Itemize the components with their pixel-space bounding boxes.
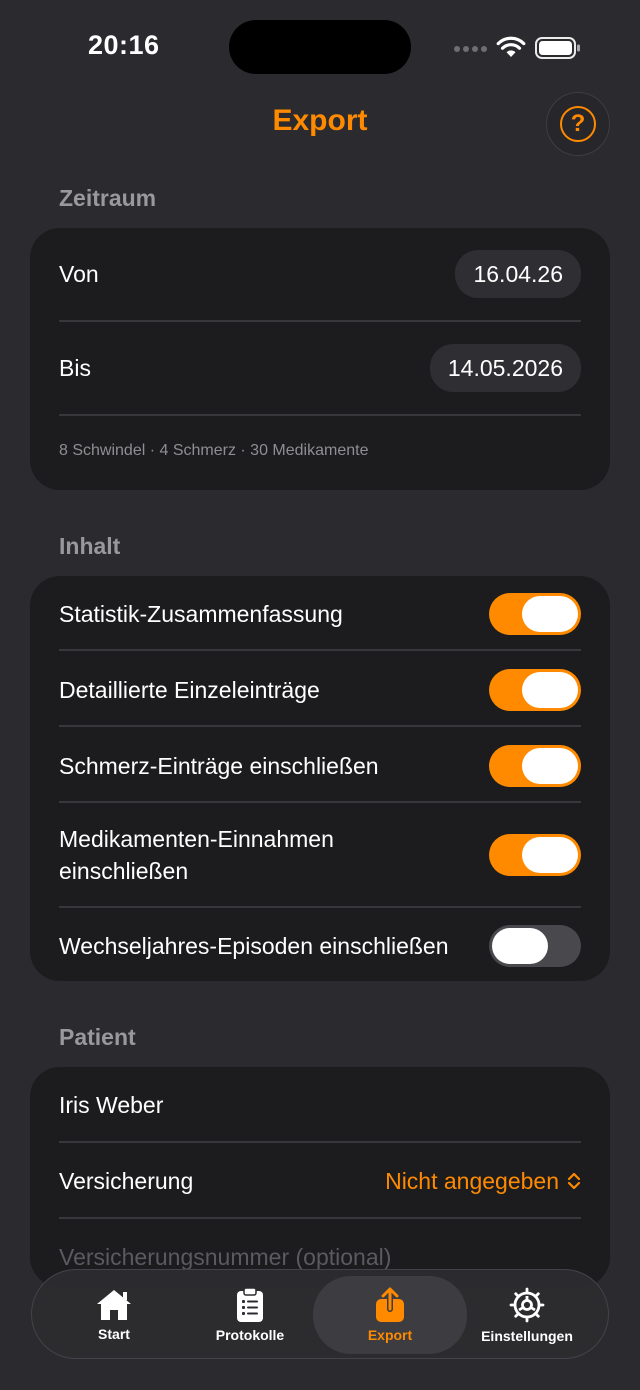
insurance-picker[interactable]: Nicht angegeben <box>385 1168 581 1195</box>
cellular-signal-icon <box>454 46 487 52</box>
tab-einstellungen[interactable]: Einstellungen <box>460 1276 594 1354</box>
divider <box>59 1217 581 1219</box>
entry-summary: 8 Schwindel · 4 Schmerz · 30 Medikamente <box>59 442 369 459</box>
section-title-zeitraum: Zeitraum <box>59 185 157 211</box>
menopause-toggle[interactable] <box>489 925 581 967</box>
insurance-number-input[interactable]: Versicherungsnummer (optional) <box>59 1244 391 1271</box>
tab-bar: Start Protokolle Export Einstellungen <box>31 1269 609 1359</box>
chevron-up-down-icon <box>567 1172 581 1190</box>
option-label: Detaillierte Einzeleinträge <box>59 676 320 703</box>
page-title: Export <box>272 104 368 137</box>
share-icon <box>376 1287 404 1322</box>
divider <box>59 1141 581 1143</box>
tab-export[interactable]: Export <box>313 1276 467 1354</box>
from-row: Von 16.04.26 <box>59 250 581 298</box>
option-row-statistics: Statistik-Zusammenfassung <box>59 592 581 636</box>
help-button[interactable]: ? <box>546 92 610 156</box>
to-label: Bis <box>59 354 91 381</box>
gear-icon <box>509 1287 545 1323</box>
divider <box>59 649 581 651</box>
to-date-picker[interactable]: 14.05.2026 <box>429 344 581 392</box>
from-label: Von <box>59 260 99 287</box>
dynamic-island <box>229 20 411 74</box>
option-label: Statistik-Zusammenfassung <box>59 600 343 627</box>
clipboard-icon <box>237 1287 263 1322</box>
battery-icon <box>535 37 580 59</box>
tab-protokolle[interactable]: Protokolle <box>182 1276 318 1354</box>
question-mark-icon: ? <box>560 106 596 142</box>
divider <box>59 414 581 416</box>
medication-toggle[interactable] <box>489 834 581 876</box>
statistics-toggle[interactable] <box>489 593 581 635</box>
pain-entries-toggle[interactable] <box>489 745 581 787</box>
option-row-medication: Medikamenten-Einnahmen einschließen <box>59 822 581 888</box>
divider <box>59 725 581 727</box>
divider <box>59 801 581 803</box>
from-date-picker[interactable]: 16.04.26 <box>455 250 581 298</box>
insurance-row: Versicherung Nicht angegeben <box>59 1159 581 1203</box>
patient-name-row: Iris Weber <box>59 1083 581 1127</box>
wifi-icon <box>496 36 526 57</box>
section-title-inhalt: Inhalt <box>59 533 121 559</box>
to-row: Bis 14.05.2026 <box>59 344 581 392</box>
option-label: Wechseljahres-Episoden einschließen <box>59 932 449 959</box>
details-toggle[interactable] <box>489 669 581 711</box>
zeitraum-card: Von 16.04.26 Bis 14.05.2026 8 Schwindel … <box>30 228 610 490</box>
option-row-pain: Schmerz-Einträge einschließen <box>59 744 581 788</box>
option-label: Medikamenten-Einnahmen einschließen <box>59 826 334 884</box>
patient-name-field[interactable]: Iris Weber <box>59 1092 163 1119</box>
divider <box>59 906 581 908</box>
tab-start[interactable]: Start <box>46 1276 182 1354</box>
inhalt-card: Statistik-Zusammenfassung Detaillierte E… <box>30 576 610 981</box>
divider <box>59 320 581 322</box>
option-row-menopause: Wechseljahres-Episoden einschließen <box>59 924 581 968</box>
option-label: Schmerz-Einträge einschließen <box>59 752 379 779</box>
section-title-patient: Patient <box>59 1024 136 1050</box>
patient-card: Iris Weber Versicherung Nicht angegeben … <box>30 1067 610 1287</box>
status-time: 20:16 <box>88 30 160 60</box>
insurance-label: Versicherung <box>59 1167 194 1194</box>
status-bar: 20:16 <box>0 0 640 96</box>
house-icon <box>97 1290 131 1320</box>
option-row-details: Detaillierte Einzeleinträge <box>59 668 581 712</box>
